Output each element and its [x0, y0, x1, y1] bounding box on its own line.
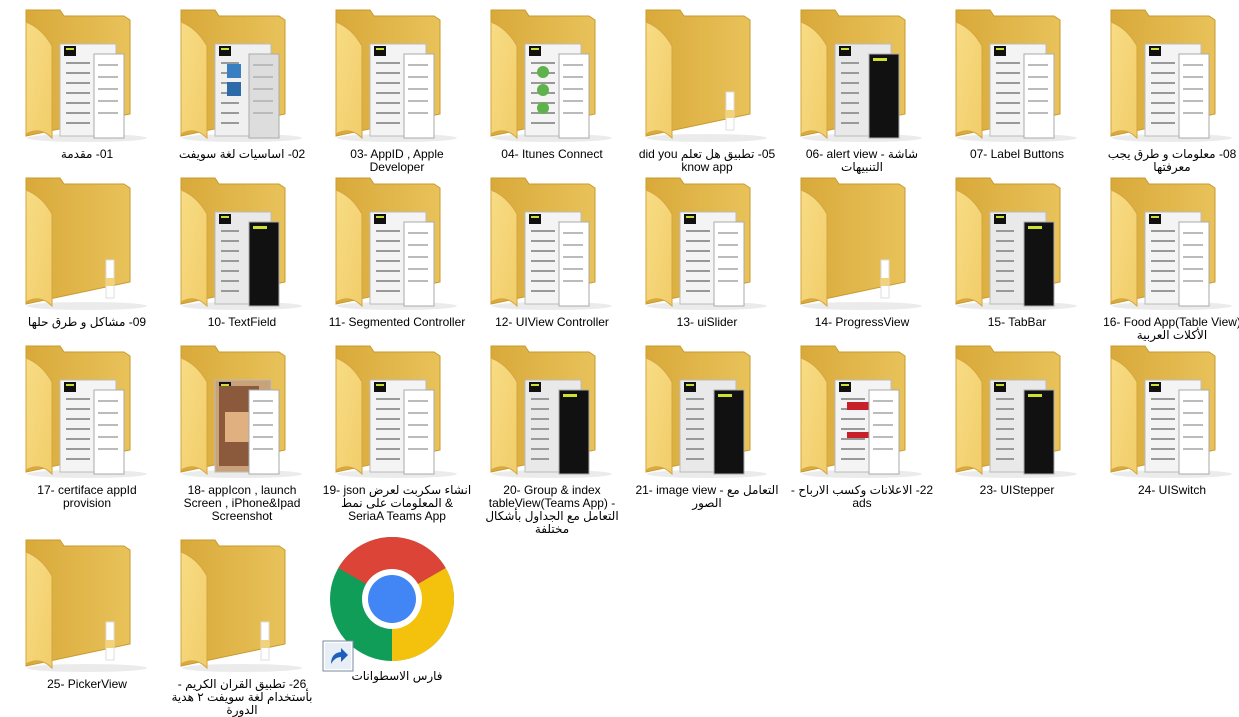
folder-icon — [477, 174, 627, 314]
folder-icon — [167, 174, 317, 314]
item-label: 19- json انشاء سكربت لعرض المعلومات على … — [322, 483, 472, 523]
folder-icon — [1097, 174, 1239, 314]
item-label: 03- AppID , Apple Developer — [350, 147, 444, 174]
folder-icon — [167, 536, 317, 676]
item-label: 05- تطبيق هل تعلم did you know app — [638, 147, 776, 174]
folder-icon — [787, 6, 937, 146]
folder-icon — [632, 174, 782, 314]
item-label: 04- Itunes Connect — [501, 147, 603, 161]
item-label: 07- Label Buttons — [969, 147, 1065, 161]
item-label: 24- UISwitch — [1137, 483, 1207, 497]
item-label: 02- اساسيات لغة سويفت — [178, 147, 306, 161]
folder-icon — [942, 174, 1092, 314]
folder-icon — [632, 342, 782, 482]
explorer-large-icons-view: 01- مقدمة 02- اساسيات لغة سويفت 03- AppI… — [0, 0, 1239, 717]
folder-icon — [1097, 342, 1239, 482]
folder-icon — [942, 6, 1092, 146]
folder-icon — [12, 6, 162, 146]
folder-icon — [477, 342, 627, 482]
folder-icon — [167, 342, 317, 482]
folder-icon — [942, 342, 1092, 482]
item-label: 15- TabBar — [987, 315, 1047, 329]
item-label: 14- ProgressView — [814, 315, 910, 329]
item-label: 08- معلومات و طرق يجب معرفتها — [1107, 147, 1237, 174]
item-label: 20- Group & index tableView(Teams App) -… — [485, 483, 619, 536]
item-label: 17- certiface appId provision — [37, 483, 137, 510]
item-label: 12- UIView Controller — [495, 315, 609, 329]
folder-icon — [12, 536, 162, 676]
item-label: 11- Segmented Controller — [328, 315, 466, 329]
item-label: 10- TextField — [207, 315, 277, 329]
folder-icon — [632, 6, 782, 146]
folder-icon — [787, 174, 937, 314]
folder-icon — [322, 342, 472, 482]
item-label: 26- تطبيق القران الكريم - بأستخدام لغة س… — [171, 677, 313, 717]
folder-icon — [12, 174, 162, 314]
item-label: 18- appIcon , launch Screen , iPhone&Ipa… — [183, 483, 301, 523]
folder-icon — [322, 6, 472, 146]
folder-icon — [477, 6, 627, 146]
item-label: 22- الاعلانات وكسب الارباح - ads — [790, 483, 934, 510]
item-label: 01- مقدمة — [60, 147, 114, 161]
folder-icon — [322, 174, 472, 314]
shortcut-arrow-icon — [322, 640, 354, 677]
folder-icon — [1097, 6, 1239, 146]
folder-icon — [167, 6, 317, 146]
item-label: 13- uiSlider — [676, 315, 738, 329]
item-label: 16- Food App(Table View) الأكلات العربية — [1103, 315, 1239, 342]
item-label: 09- مشاكل و طرق حلها — [27, 315, 147, 329]
item-label: 25- PickerView — [47, 677, 127, 691]
folder-icon — [787, 342, 937, 482]
folder-icon — [12, 342, 162, 482]
item-label: 23- UIStepper — [979, 483, 1055, 497]
item-label: 21- image view - التعامل مع الصور — [635, 483, 779, 510]
item-label: 06- alert view - شاشة التنبيهات — [805, 147, 919, 174]
